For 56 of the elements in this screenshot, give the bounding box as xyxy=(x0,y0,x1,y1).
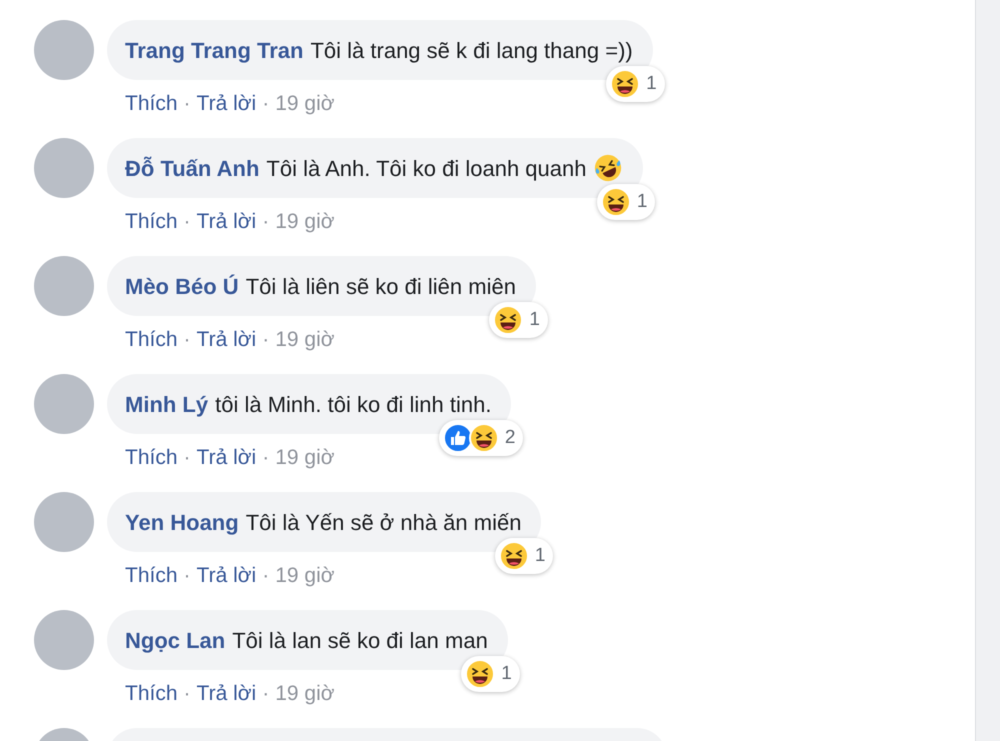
reply-link[interactable]: Trả lời xyxy=(196,442,256,474)
reply-link[interactable]: Trả lời xyxy=(196,678,256,710)
reaction-count: 1 xyxy=(636,190,648,214)
reaction-count: 1 xyxy=(646,72,657,96)
comment-time: 19 giờ xyxy=(275,209,335,235)
comment-time: 19 giờ xyxy=(275,681,335,707)
author-link[interactable]: Ngọc Lan xyxy=(125,624,226,656)
comment-time: 19 giờ xyxy=(275,445,335,471)
author-link[interactable]: Minh Lý xyxy=(125,388,208,420)
comment-text: Tôi là Anh. Tôi ko đi loanh quanh xyxy=(266,154,586,183)
like-link[interactable]: Thích xyxy=(125,88,178,120)
reaction-count: 1 xyxy=(529,308,540,332)
reply-link[interactable]: Trả lời xyxy=(196,206,256,238)
like-link[interactable]: Thích xyxy=(125,206,178,238)
author-link[interactable]: Mèo Béo Ú xyxy=(125,270,239,302)
author-link[interactable]: Đỗ Tuấn Anh xyxy=(125,152,260,184)
reaction-summary[interactable]: 1 xyxy=(461,656,520,692)
reaction-summary[interactable]: 2 xyxy=(438,420,524,456)
reaction-summary[interactable]: 1 xyxy=(489,302,548,338)
reply-link[interactable]: Trả lời xyxy=(196,560,256,592)
like-link[interactable]: Thích xyxy=(125,442,178,474)
separator-dot: · xyxy=(184,327,191,353)
separator-dot: · xyxy=(262,327,270,353)
separator-dot: · xyxy=(262,209,270,235)
like-link[interactable]: Thích xyxy=(125,560,178,592)
reaction-summary[interactable]: 1 xyxy=(596,184,656,220)
separator-dot: · xyxy=(262,681,270,707)
reply-link[interactable]: Trả lời xyxy=(196,88,256,120)
comment-text: Tôi là lan sẽ ko đi lan man xyxy=(232,626,488,654)
separator-dot: · xyxy=(184,209,191,235)
separator-dot: · xyxy=(184,445,191,471)
separator-dot: · xyxy=(184,91,191,117)
separator-dot: · xyxy=(184,681,191,707)
comment-text: Tôi là liên sẽ ko đi liên miên xyxy=(246,272,516,300)
rolling-laughing-face-icon xyxy=(593,153,624,183)
separator-dot: · xyxy=(262,445,270,471)
author-link[interactable]: Yen Hoang xyxy=(125,506,239,538)
reaction-summary[interactable]: 1 xyxy=(494,538,554,574)
reaction-count: 1 xyxy=(534,544,546,568)
separator-dot: · xyxy=(184,563,191,589)
reaction-summary[interactable]: 1 xyxy=(606,66,665,102)
comment-text: Tôi là trang sẽ k đi lang thang =)) xyxy=(310,36,633,65)
author-link[interactable]: Trang Trang Tran xyxy=(125,34,304,66)
laughing-face-icon xyxy=(468,422,500,454)
reaction-count: 2 xyxy=(504,426,516,450)
separator-dot: · xyxy=(262,91,270,117)
comment-time: 19 giờ xyxy=(275,91,335,117)
like-link[interactable]: Thích xyxy=(125,678,178,710)
comment-text: Tôi là Yến sẽ ở nhà ăn miến xyxy=(246,508,522,536)
comment-time: 19 giờ xyxy=(275,327,335,353)
comment-text: tôi là Minh. tôi ko đi linh tinh. xyxy=(215,390,492,418)
reply-link[interactable]: Trả lời xyxy=(196,324,256,356)
comment-time: 19 giờ xyxy=(275,563,335,589)
separator-dot: · xyxy=(262,563,270,589)
reaction-count: 1 xyxy=(501,662,512,686)
like-link[interactable]: Thích xyxy=(125,324,178,356)
